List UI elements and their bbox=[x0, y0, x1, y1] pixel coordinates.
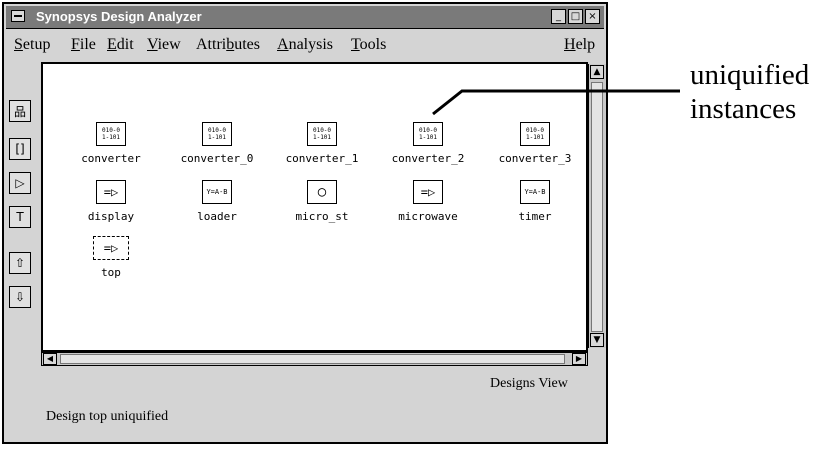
annotation-line-1: uniquified bbox=[690, 59, 810, 91]
annotation-callout: uniquified instances bbox=[690, 58, 809, 126]
annotation-line-2: instances bbox=[690, 93, 797, 125]
